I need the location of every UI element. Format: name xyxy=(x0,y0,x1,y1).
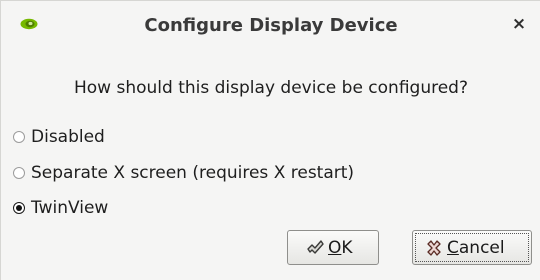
cancel-mnemonic: C xyxy=(447,238,459,258)
ok-button[interactable]: OK xyxy=(287,230,379,265)
option-label: Separate X screen (requires X restart) xyxy=(31,163,355,183)
cancel-button-label: Cancel xyxy=(447,238,505,258)
window-title: Configure Display Device xyxy=(144,15,398,36)
cancel-x-icon xyxy=(427,240,441,256)
configuration-prompt: How should this display device be config… xyxy=(74,78,468,98)
radio-button-twinview[interactable] xyxy=(13,202,25,214)
ok-label-rest: K xyxy=(341,238,353,258)
ok-button-label: OK xyxy=(328,238,353,258)
close-icon[interactable]: × xyxy=(509,13,529,35)
radio-button-separate-x-screen[interactable] xyxy=(13,167,25,179)
cancel-button[interactable]: Cancel xyxy=(412,230,532,265)
ok-mnemonic: O xyxy=(328,238,342,258)
cancel-label-rest: ancel xyxy=(458,238,505,258)
configure-display-device-dialog: Configure Display Device × How should th… xyxy=(0,0,540,280)
ok-check-icon xyxy=(307,240,324,254)
option-label: TwinView xyxy=(31,198,109,218)
option-label: Disabled xyxy=(31,127,105,147)
title-bar: Configure Display Device × xyxy=(1,1,540,51)
radio-button-disabled[interactable] xyxy=(13,131,25,143)
